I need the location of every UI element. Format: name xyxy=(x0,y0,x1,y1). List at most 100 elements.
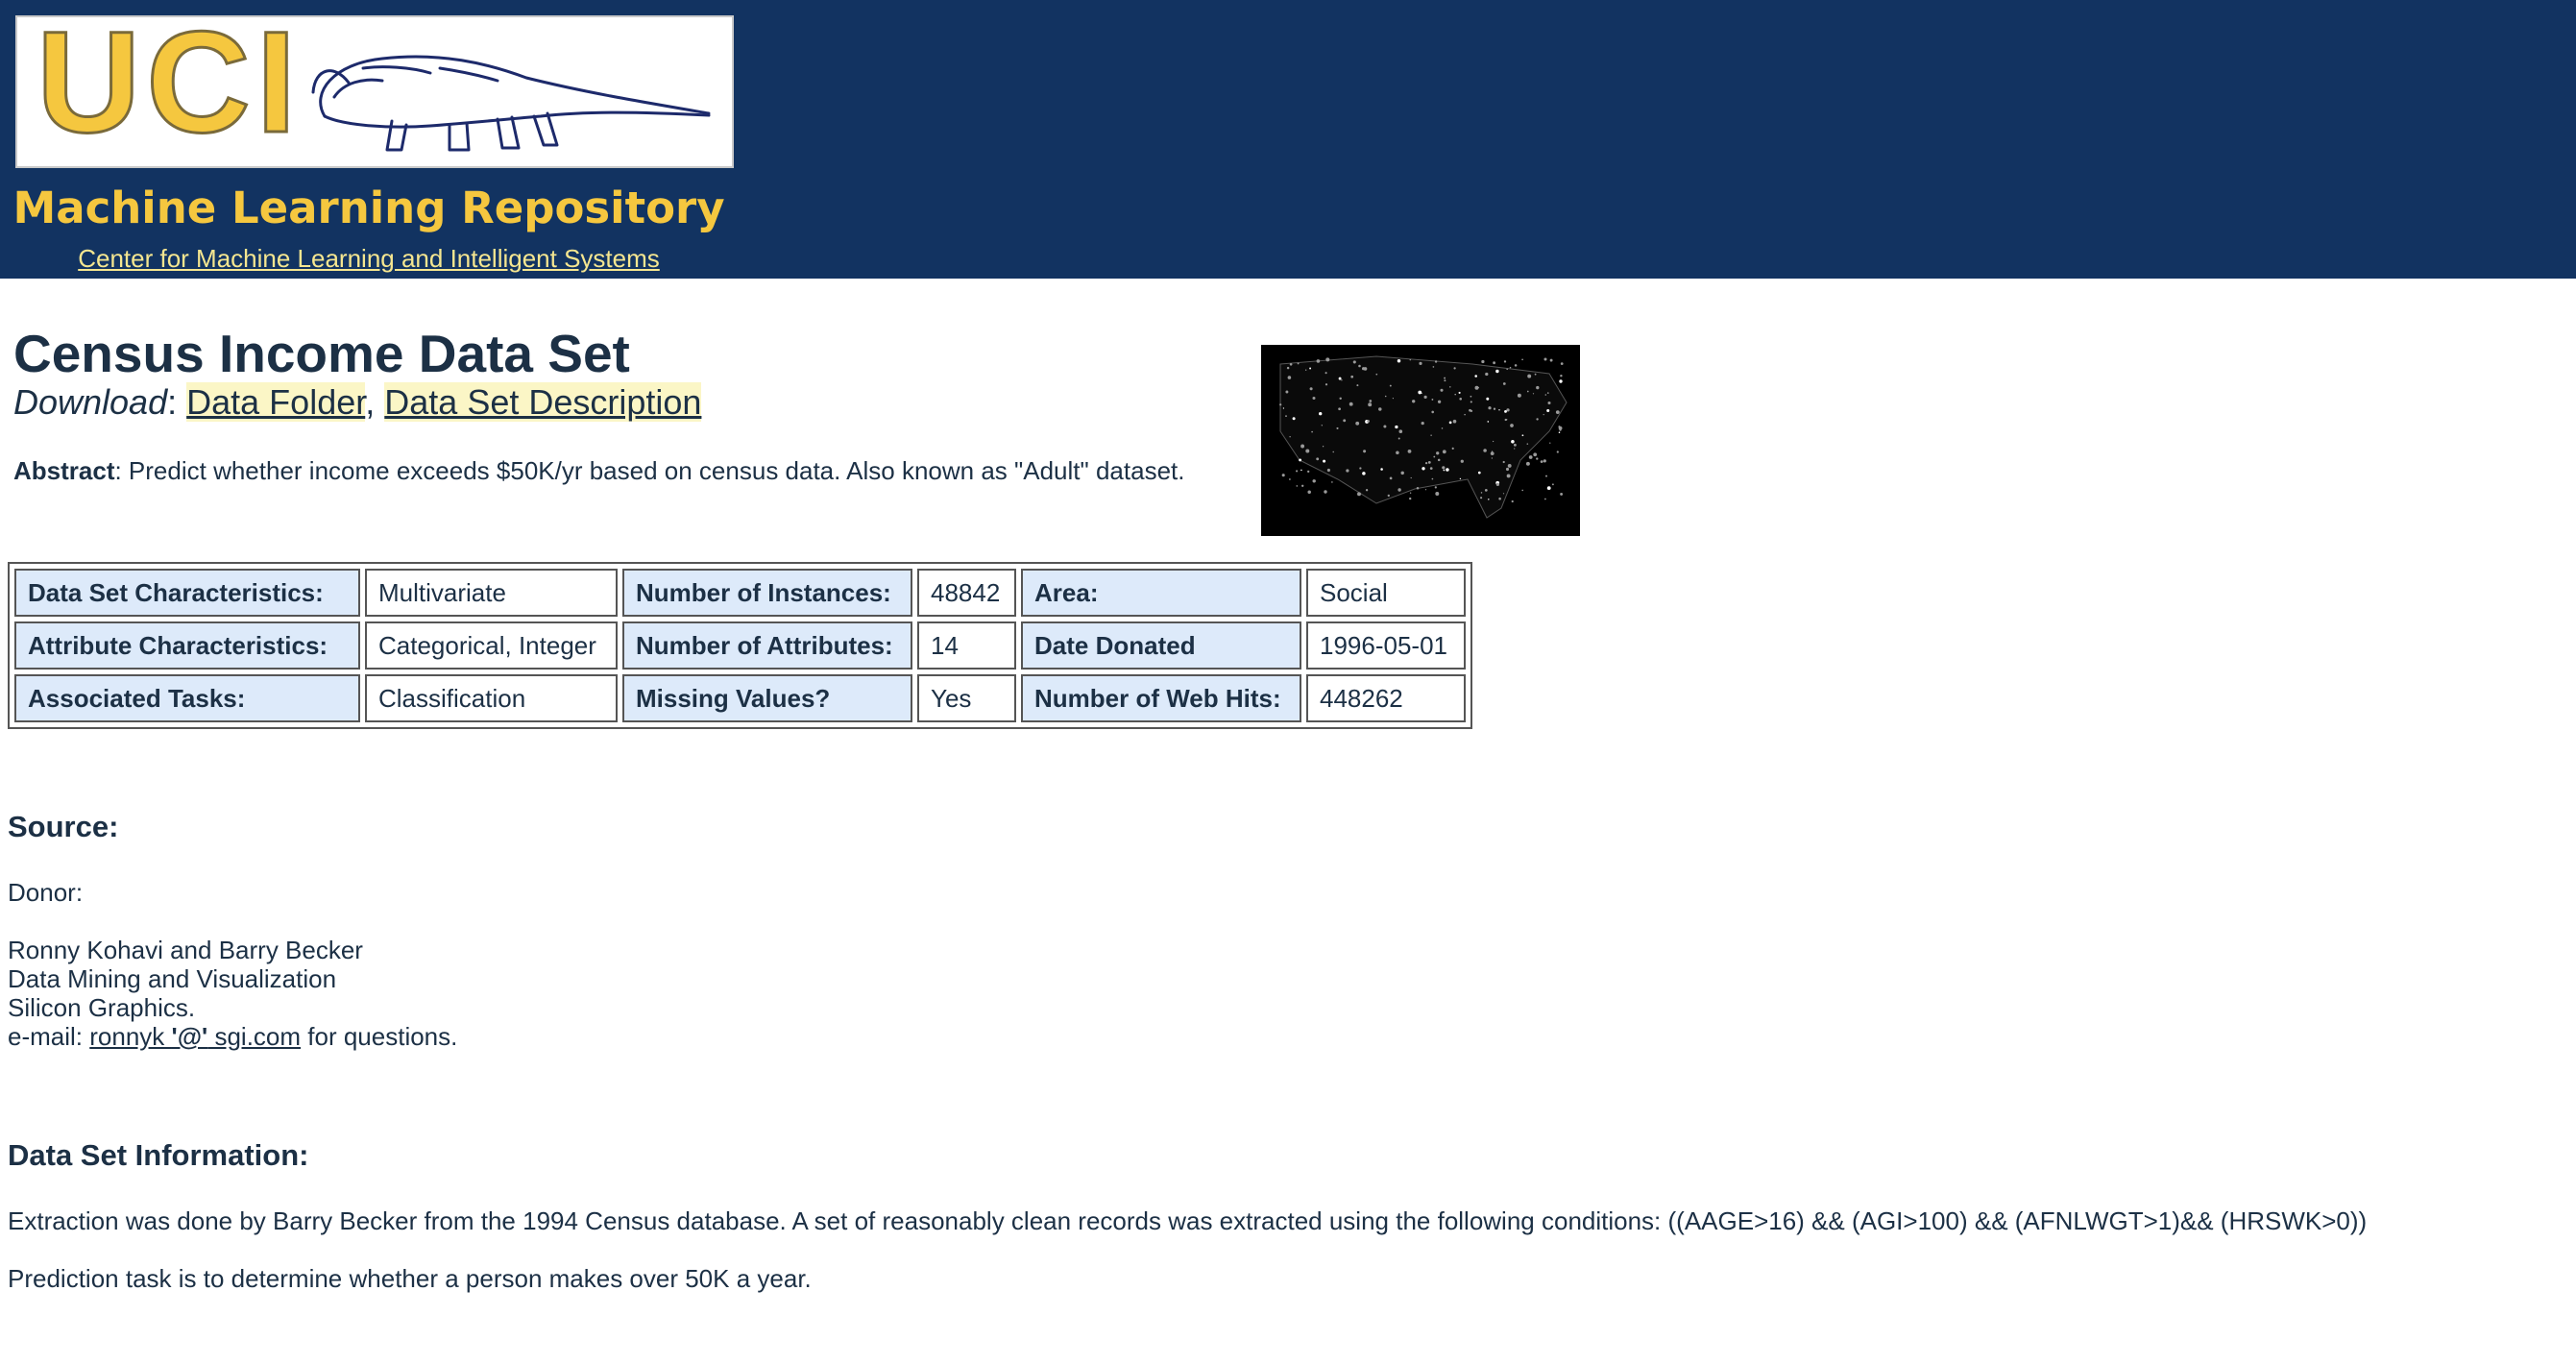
email-user: ronnyk xyxy=(89,1022,172,1051)
city-light-dot xyxy=(1546,408,1550,413)
city-light-dot xyxy=(1409,358,1412,361)
city-light-dot xyxy=(1442,450,1446,454)
city-light-dot xyxy=(1556,451,1559,453)
city-light-dot xyxy=(1400,471,1404,475)
city-light-dot xyxy=(1341,379,1343,381)
city-light-dot xyxy=(1392,398,1394,400)
city-light-dot xyxy=(1285,415,1287,418)
city-light-dot xyxy=(1362,367,1366,371)
city-light-dot xyxy=(1343,419,1347,423)
donor-email-link[interactable]: ronnyk '@' sgi.com xyxy=(89,1022,301,1051)
city-light-dot xyxy=(1424,461,1428,465)
email-prefix: e-mail: xyxy=(8,1022,90,1051)
city-light-dot xyxy=(1549,358,1553,362)
city-light-dot xyxy=(1412,400,1416,403)
city-light-dot xyxy=(1448,421,1452,425)
table-value-cell: Social xyxy=(1306,569,1466,617)
city-light-dot xyxy=(1312,479,1316,483)
city-light-dot xyxy=(1331,481,1333,483)
city-light-dot xyxy=(1389,476,1393,480)
city-light-dot xyxy=(1454,393,1456,396)
city-light-dot xyxy=(1459,397,1463,401)
city-light-dot xyxy=(1349,402,1353,406)
city-light-dot xyxy=(1299,458,1302,462)
city-light-dot xyxy=(1384,395,1387,398)
city-light-dot xyxy=(1453,367,1456,370)
city-light-dot xyxy=(1397,358,1401,363)
city-light-dot xyxy=(1533,452,1538,457)
city-light-dot xyxy=(1440,388,1444,392)
city-light-dot xyxy=(1507,463,1512,468)
city-light-dot xyxy=(1443,469,1446,472)
city-light-dot xyxy=(1503,360,1507,363)
city-light-dot xyxy=(1469,408,1471,412)
city-light-dot xyxy=(1397,437,1400,440)
table-key-cell: Number of Attributes: xyxy=(622,621,912,670)
city-light-dot xyxy=(1540,460,1543,463)
table-row: Attribute Characteristics: Categorical, … xyxy=(14,621,1466,670)
city-light-dot xyxy=(1355,421,1360,426)
city-light-dot xyxy=(1282,407,1285,409)
data-folder-link[interactable]: Data Folder xyxy=(186,382,366,422)
city-light-dot xyxy=(1356,384,1359,387)
city-light-dot xyxy=(1543,459,1546,463)
city-light-dot xyxy=(1287,376,1292,379)
city-light-dot xyxy=(1311,430,1313,433)
map-svg xyxy=(1261,345,1580,536)
city-light-dot xyxy=(1559,379,1563,383)
city-light-dot xyxy=(1543,357,1547,361)
email-at: '@' xyxy=(171,1022,208,1051)
city-light-dot xyxy=(1517,393,1521,398)
city-light-dot xyxy=(1485,372,1489,377)
city-light-dot xyxy=(1546,486,1551,490)
city-light-dot xyxy=(1514,364,1518,367)
city-light-dot xyxy=(1444,377,1446,379)
city-light-dot xyxy=(1326,468,1330,473)
city-light-dot xyxy=(1309,387,1313,391)
city-light-dot xyxy=(1289,478,1291,480)
city-light-dot xyxy=(1464,413,1466,416)
city-light-dot xyxy=(1490,451,1495,455)
city-light-dot xyxy=(1410,476,1412,479)
city-light-dot xyxy=(1325,357,1330,362)
city-light-dot xyxy=(1369,400,1373,402)
city-light-dot xyxy=(1492,440,1495,443)
city-light-dot xyxy=(1387,494,1390,498)
city-light-dot xyxy=(1375,373,1378,376)
city-light-dot xyxy=(1350,375,1354,378)
page-title: Census Income Data Set xyxy=(13,324,630,383)
city-light-dot xyxy=(1437,458,1441,462)
city-light-dot xyxy=(1488,406,1492,410)
city-light-dot xyxy=(1442,466,1446,470)
data-set-description-link[interactable]: Data Set Description xyxy=(384,382,702,422)
city-light-dot xyxy=(1346,469,1349,473)
city-light-dot xyxy=(1434,486,1437,489)
city-light-dot xyxy=(1292,417,1296,421)
city-light-dot xyxy=(1470,401,1472,403)
city-light-dot xyxy=(1324,383,1328,386)
abstract-text: : Predict whether income exceeds $50K/yr… xyxy=(114,456,1185,485)
city-light-dot xyxy=(1484,489,1488,492)
city-light-dot xyxy=(1316,359,1321,363)
city-light-dot xyxy=(1441,427,1444,429)
city-light-dot xyxy=(1509,366,1512,369)
city-light-dot xyxy=(1407,450,1412,453)
city-light-dot xyxy=(1434,360,1438,363)
city-light-dot xyxy=(1424,489,1427,491)
city-light-dot xyxy=(1359,467,1362,470)
table-value-cell: Yes xyxy=(917,674,1016,722)
table-value-cell: 1996-05-01 xyxy=(1306,621,1466,670)
city-light-dot xyxy=(1486,397,1490,401)
link-separator: , xyxy=(365,382,376,422)
city-light-dot xyxy=(1536,418,1539,421)
uci-logo[interactable]: UCI xyxy=(15,15,734,168)
site-subtitle-link[interactable]: Center for Machine Learning and Intellig… xyxy=(0,244,738,274)
city-light-dot xyxy=(1543,414,1544,416)
city-light-dot xyxy=(1305,449,1310,453)
city-light-dot xyxy=(1307,490,1311,494)
city-light-dot xyxy=(1551,483,1554,486)
city-light-dot xyxy=(1418,390,1422,395)
city-light-dot xyxy=(1319,412,1323,416)
city-light-dot xyxy=(1338,407,1341,411)
table-key-cell: Number of Web Hits: xyxy=(1021,674,1301,722)
